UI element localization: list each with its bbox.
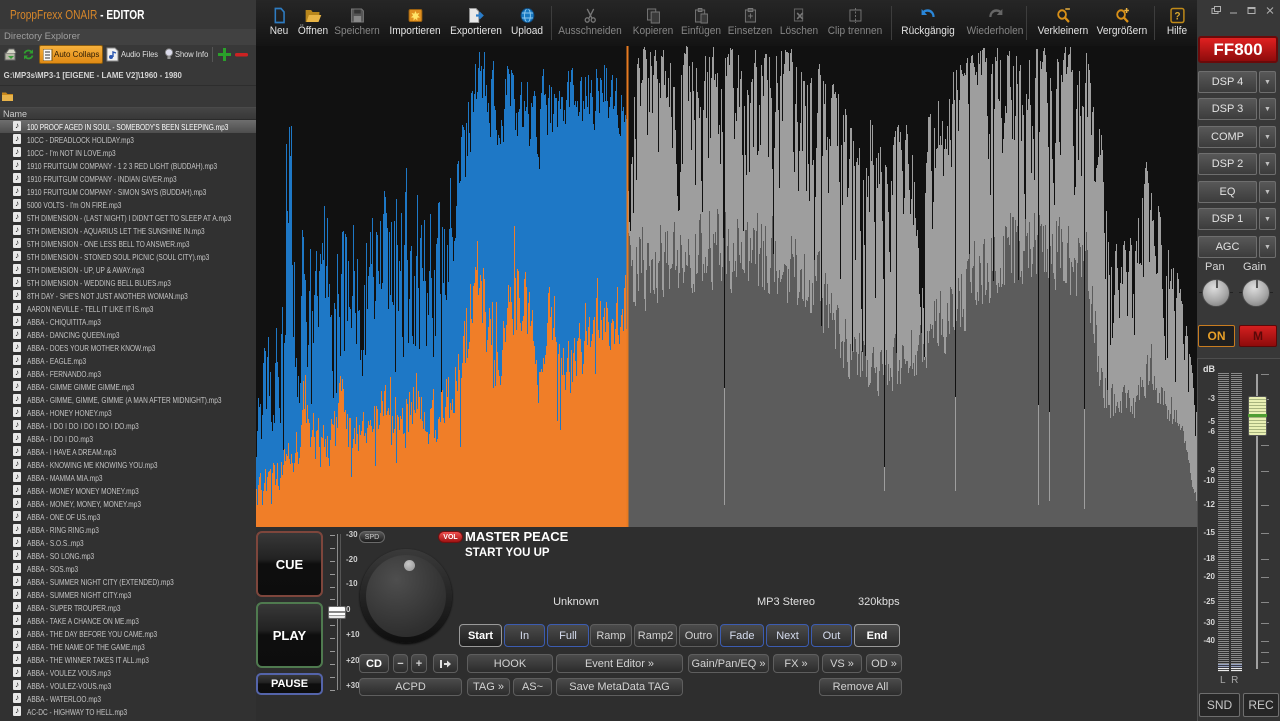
- svg-text:?: ?: [1174, 10, 1180, 22]
